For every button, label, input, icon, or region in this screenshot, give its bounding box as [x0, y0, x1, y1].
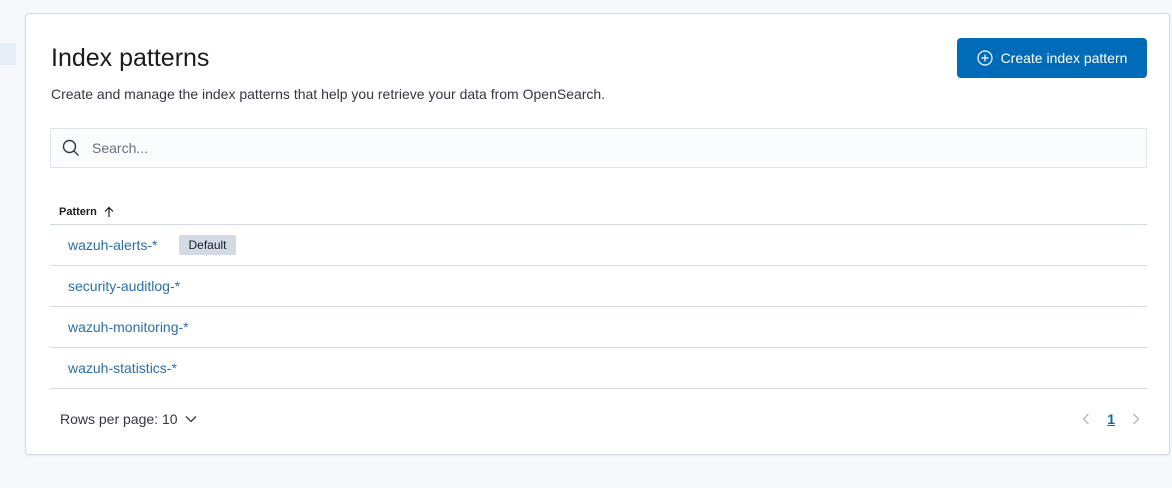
- table-row: wazuh-statistics-*: [50, 348, 1147, 389]
- search-icon: [62, 139, 80, 157]
- table-footer: Rows per page: 10 1: [50, 404, 1147, 434]
- page-title: Index patterns: [51, 44, 210, 72]
- chevron-right-icon[interactable]: [1129, 412, 1143, 426]
- chevron-down-icon: [184, 412, 198, 426]
- rows-per-page-label: Rows per page: 10: [60, 411, 178, 427]
- table-row: wazuh-alerts-* Default: [50, 225, 1147, 266]
- chevron-left-icon[interactable]: [1079, 412, 1093, 426]
- table-row: wazuh-monitoring-*: [50, 307, 1147, 348]
- page-subtitle: Create and manage the index patterns tha…: [51, 86, 606, 102]
- plus-in-circle-icon: [976, 50, 993, 66]
- table-row: security-auditlog-*: [50, 266, 1147, 307]
- index-patterns-panel: Index patterns Create and manage the ind…: [25, 13, 1170, 455]
- pattern-link[interactable]: wazuh-alerts-*: [68, 237, 157, 253]
- create-index-pattern-button[interactable]: Create index pattern: [957, 38, 1147, 78]
- side-nav-tab[interactable]: [0, 43, 16, 65]
- index-patterns-table: Pattern wazuh-alerts-* Default security-…: [50, 199, 1147, 389]
- pagination: 1: [1079, 411, 1143, 427]
- pattern-link[interactable]: wazuh-statistics-*: [68, 360, 177, 376]
- pattern-link[interactable]: security-auditlog-*: [68, 278, 180, 294]
- default-badge: Default: [179, 235, 236, 255]
- table-header[interactable]: Pattern: [50, 199, 1147, 225]
- column-header-pattern[interactable]: Pattern: [59, 206, 97, 218]
- search-bar[interactable]: [50, 128, 1147, 168]
- page-number-button[interactable]: 1: [1107, 411, 1115, 427]
- create-index-pattern-label: Create index pattern: [1000, 50, 1128, 66]
- rows-per-page-button[interactable]: Rows per page: 10: [60, 411, 198, 427]
- sort-ascending-icon[interactable]: [103, 206, 115, 218]
- search-input[interactable]: [90, 139, 1090, 157]
- pattern-link[interactable]: wazuh-monitoring-*: [68, 319, 189, 335]
